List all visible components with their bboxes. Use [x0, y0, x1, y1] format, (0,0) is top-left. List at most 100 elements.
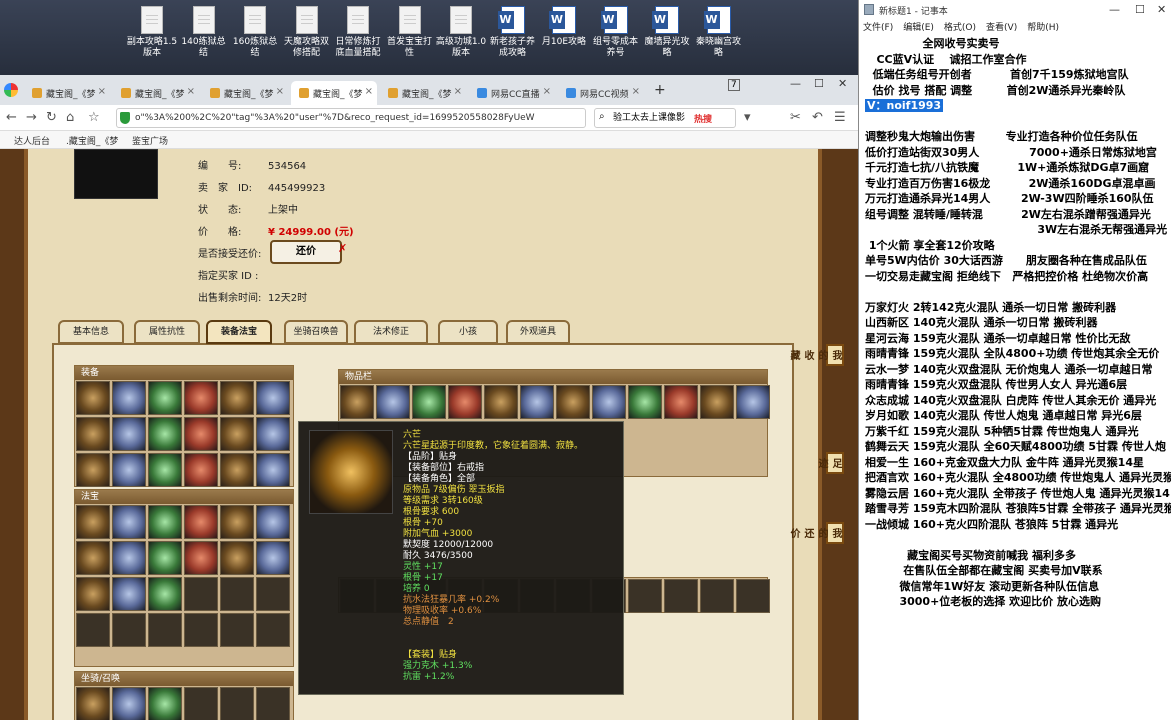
item-slot[interactable]: [184, 453, 218, 487]
tab-close-icon[interactable]: ×: [632, 86, 640, 97]
item-slot[interactable]: [112, 453, 146, 487]
tab-close-icon[interactable]: ×: [276, 86, 284, 97]
item-slot[interactable]: [448, 385, 482, 419]
item-slot[interactable]: [256, 687, 290, 720]
notepad-text[interactable]: 全网收号实卖号 CC蓝V认证 诚招工作室合作 低端任务组号开创者 首创7千159…: [865, 36, 1171, 610]
game-tab-2[interactable]: 装备法宝: [206, 320, 272, 344]
item-slot[interactable]: [628, 385, 662, 419]
item-slot[interactable]: [148, 541, 182, 575]
reload-icon[interactable]: ↻: [46, 110, 57, 125]
item-slot[interactable]: [148, 577, 182, 611]
tab-close-icon[interactable]: ×: [365, 86, 373, 97]
item-slot[interactable]: [220, 381, 254, 415]
tab-close-icon[interactable]: ×: [543, 86, 551, 97]
maximize-button[interactable]: ☐: [814, 77, 824, 90]
item-slot[interactable]: [664, 579, 698, 613]
item-slot[interactable]: [256, 417, 290, 451]
item-slot[interactable]: [76, 541, 110, 575]
scissors-icon[interactable]: ✂: [790, 110, 801, 125]
desktop-icon-3[interactable]: 天魔攻略双修搭配: [281, 6, 333, 59]
item-slot[interactable]: [220, 613, 254, 647]
item-slot[interactable]: [76, 613, 110, 647]
desktop-icon-2[interactable]: 160炼狱总结: [229, 6, 281, 59]
bookmark-2[interactable]: 鉴宝广场: [132, 134, 168, 147]
side-button-0[interactable]: 我的收藏: [788, 344, 844, 366]
desktop-icon-8[interactable]: W 月10E攻略: [538, 6, 590, 48]
star-icon[interactable]: ☆: [88, 110, 100, 125]
item-slot[interactable]: [112, 381, 146, 415]
search-input[interactable]: 验工太去上课像影: [594, 108, 736, 128]
item-slot[interactable]: [148, 417, 182, 451]
item-slot[interactable]: [76, 453, 110, 487]
item-slot[interactable]: [484, 385, 518, 419]
undo-icon[interactable]: ↶: [812, 110, 823, 125]
notepad-menu-3[interactable]: 查看(V): [986, 23, 1017, 33]
desktop-icon-9[interactable]: W 组号零成本养号: [590, 6, 642, 59]
browser-tab-0[interactable]: 藏宝阁_《梦 ×: [24, 81, 110, 105]
item-slot[interactable]: [520, 385, 554, 419]
desktop-icon-7[interactable]: W 新老孩子养成攻略: [487, 6, 539, 59]
item-slot[interactable]: [184, 505, 218, 539]
bargain-button[interactable]: 还价: [270, 240, 342, 264]
item-slot[interactable]: [112, 613, 146, 647]
item-slot[interactable]: [220, 577, 254, 611]
item-slot[interactable]: [256, 577, 290, 611]
notepad-menu-0[interactable]: 文件(F): [863, 23, 893, 33]
desktop-icon-6[interactable]: 高级功城1.0版本: [435, 6, 487, 59]
item-slot[interactable]: [220, 417, 254, 451]
notepad-menu-1[interactable]: 编辑(E): [903, 23, 934, 33]
item-slot[interactable]: [184, 381, 218, 415]
item-slot[interactable]: [148, 505, 182, 539]
search-icon[interactable]: ⌕: [599, 111, 605, 122]
item-slot[interactable]: [340, 385, 374, 419]
tab-close-icon[interactable]: ×: [187, 86, 195, 97]
menu-icon[interactable]: ▾: [744, 110, 751, 125]
item-slot[interactable]: [256, 453, 290, 487]
game-tab-4[interactable]: 法术修正: [354, 320, 428, 344]
item-slot[interactable]: [76, 687, 110, 720]
item-slot[interactable]: [148, 613, 182, 647]
item-slot[interactable]: [184, 687, 218, 720]
item-slot[interactable]: [76, 505, 110, 539]
desktop-icon-11[interactable]: W 秦晓幽宫攻略: [693, 6, 745, 59]
item-slot[interactable]: [256, 381, 290, 415]
item-slot[interactable]: [184, 577, 218, 611]
browser-tab-3[interactable]: 藏宝阁_《梦 ×: [291, 81, 377, 105]
home-icon[interactable]: ⌂: [66, 110, 74, 125]
item-slot[interactable]: [112, 541, 146, 575]
notepad-menu-2[interactable]: 格式(O): [944, 23, 976, 33]
notepad-maximize-button[interactable]: ☐: [1135, 3, 1145, 16]
forward-icon[interactable]: →: [26, 110, 37, 125]
bookmark-1[interactable]: .藏宝阁_《梦: [66, 134, 118, 147]
item-slot[interactable]: [76, 417, 110, 451]
notepad-menu-4[interactable]: 帮助(H): [1027, 23, 1059, 33]
url-input[interactable]: o"%3A%200%2C%20"tag"%3A%20"user"%7D&reco…: [116, 108, 586, 128]
item-slot[interactable]: [700, 385, 734, 419]
desktop-icon-10[interactable]: W 魔墙异光攻略: [641, 6, 693, 59]
item-slot[interactable]: [256, 613, 290, 647]
item-slot[interactable]: [592, 385, 626, 419]
item-slot[interactable]: [220, 541, 254, 575]
item-slot[interactable]: [220, 687, 254, 720]
notepad-close-button[interactable]: ✕: [1157, 3, 1166, 16]
more-icon[interactable]: ☰: [834, 110, 846, 125]
item-slot[interactable]: [76, 381, 110, 415]
item-slot[interactable]: [256, 505, 290, 539]
desktop-icon-0[interactable]: 副本攻略1.5版本: [126, 6, 178, 59]
notepad-minimize-button[interactable]: —: [1109, 3, 1120, 16]
desktop-icon-5[interactable]: 首发宝宝打性: [384, 6, 436, 59]
item-slot[interactable]: [112, 577, 146, 611]
item-slot[interactable]: [184, 417, 218, 451]
side-button-2[interactable]: 我的还价: [788, 522, 844, 544]
browser-tab-4[interactable]: 藏宝阁_《梦 ×: [380, 81, 466, 105]
tab-close-icon[interactable]: ×: [454, 86, 462, 97]
game-tab-5[interactable]: 小孩: [438, 320, 498, 344]
browser-logo-icon[interactable]: [4, 83, 18, 97]
item-slot[interactable]: [112, 505, 146, 539]
back-icon[interactable]: ←: [6, 110, 17, 125]
new-tab-button[interactable]: +: [654, 82, 666, 98]
item-slot[interactable]: [220, 453, 254, 487]
item-slot[interactable]: [412, 385, 446, 419]
browser-tab-1[interactable]: 藏宝阁_《梦 ×: [113, 81, 199, 105]
browser-tab-6[interactable]: 网易CC视频 ×: [558, 81, 644, 105]
